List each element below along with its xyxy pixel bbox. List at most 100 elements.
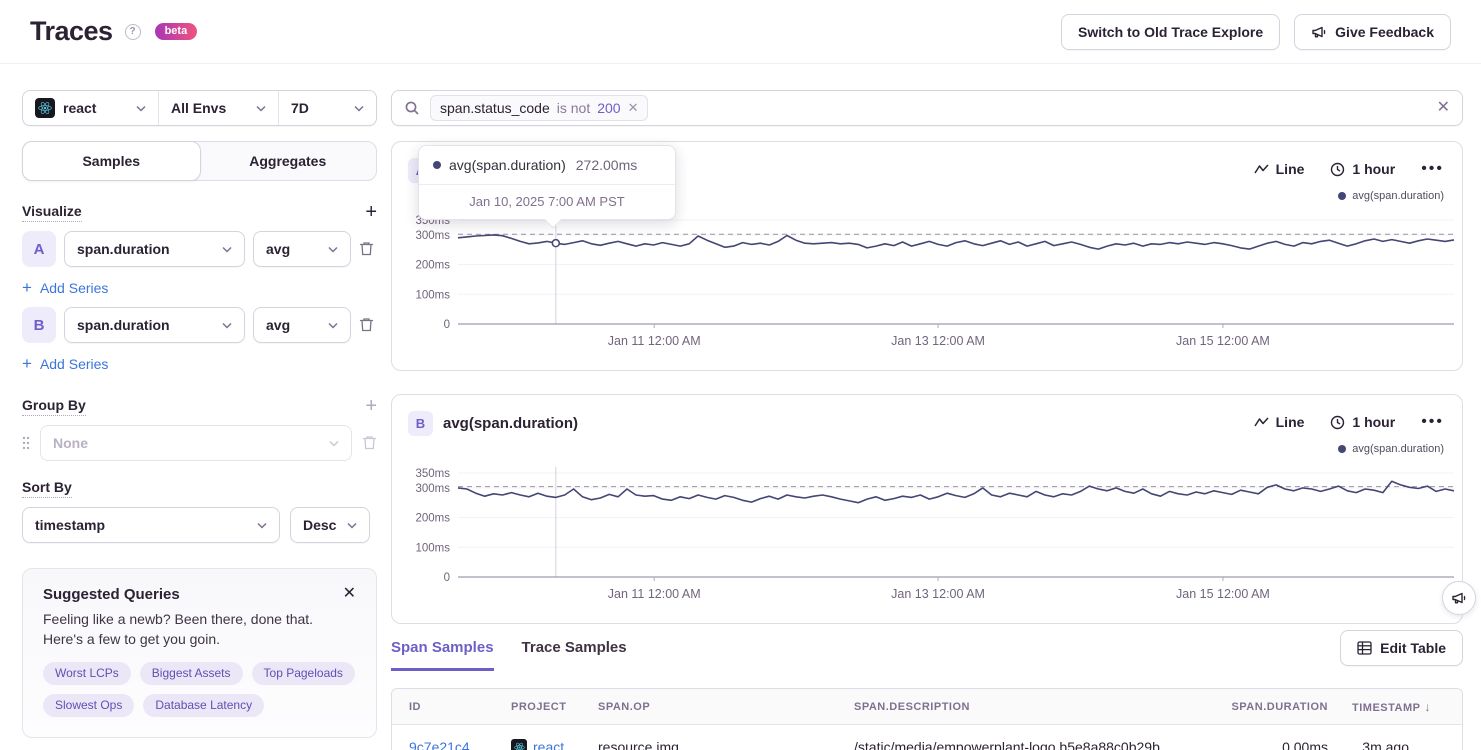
chart-b-type-control[interactable]: Line (1254, 414, 1305, 430)
column-header-id[interactable]: ID (409, 701, 511, 713)
floating-feedback-button[interactable] (1442, 581, 1476, 615)
add-series-link[interactable]: + Add Series (22, 354, 377, 374)
series-a-aggregate-select[interactable]: avg (253, 231, 351, 267)
token-remove-icon[interactable]: ✕ (628, 100, 639, 116)
chart-b-badge: B (408, 411, 433, 436)
add-series-link[interactable]: + Add Series (22, 278, 377, 298)
clock-icon (1330, 162, 1345, 177)
series-b-aggregate-select[interactable]: avg (253, 307, 351, 343)
tooltip-series-name: avg(span.duration) (449, 157, 566, 173)
project-link[interactable]: react (533, 739, 564, 750)
chart-b-interval-control[interactable]: 1 hour (1330, 414, 1395, 430)
samples-tab-bar: Span Samples Trace Samples Edit Table (391, 630, 1463, 670)
legend-dot-icon (1338, 192, 1346, 200)
sort-direction-select[interactable]: Desc (290, 507, 370, 543)
help-icon[interactable]: ? (125, 24, 141, 40)
chart-tooltip: avg(span.duration) 272.00ms Jan 10, 2025… (418, 145, 676, 220)
series-a-delete-button[interactable] (359, 241, 374, 257)
suggested-queries-title: Suggested Queries (43, 586, 180, 603)
sort-by-row: timestamp Desc (22, 507, 377, 543)
column-header-span-description[interactable]: SPAN.DESCRIPTION (854, 701, 1224, 713)
chart-a-type-control[interactable]: Line (1254, 161, 1305, 177)
token-value[interactable]: 200 (597, 100, 620, 116)
search-input[interactable] (656, 100, 1436, 116)
suggested-query-pill[interactable]: Biggest Assets (140, 662, 243, 685)
project-cell[interactable]: react (511, 739, 598, 750)
page-filter-bar: react All Envs 7D (22, 90, 377, 126)
environment-select[interactable]: All Envs (159, 91, 279, 125)
search-clear-icon[interactable]: ✕ (1437, 100, 1450, 116)
chevron-down-icon (257, 522, 267, 529)
svg-text:300ms: 300ms (415, 230, 450, 242)
span-duration-cell: 0.00ms (1224, 739, 1328, 750)
add-group-by-button[interactable]: + (365, 396, 377, 416)
megaphone-icon (1311, 24, 1327, 40)
suggested-query-pill[interactable]: Database Latency (143, 694, 264, 717)
tooltip-timestamp: Jan 10, 2025 7:00 AM PST (419, 184, 675, 219)
group-by-heading-row: Group By + (22, 396, 377, 416)
switch-old-explore-button[interactable]: Switch to Old Trace Explore (1061, 14, 1280, 50)
group-by-heading: Group By (22, 397, 86, 416)
tooltip-series-value: 272.00ms (576, 157, 637, 173)
column-header-project[interactable]: PROJECT (511, 701, 598, 713)
chart-a-more-options[interactable]: ••• (1421, 160, 1444, 178)
beta-badge: beta (155, 23, 198, 40)
suggested-queries-text: Feeling like a newb? Been there, done th… (43, 609, 356, 649)
chevron-down-icon (222, 322, 232, 329)
react-logo-icon (511, 739, 527, 750)
tab-aggregates[interactable]: Aggregates (200, 142, 377, 180)
give-feedback-button[interactable]: Give Feedback (1294, 14, 1451, 50)
svg-text:Jan 11 12:00 AM: Jan 11 12:00 AM (608, 334, 701, 348)
token-operator[interactable]: is not (557, 100, 590, 116)
suggested-query-pill[interactable]: Slowest Ops (43, 694, 134, 717)
svg-text:100ms: 100ms (415, 542, 450, 554)
mode-segmented-control: Samples Aggregates (22, 141, 377, 181)
chart-b-legend[interactable]: avg(span.duration) (1338, 443, 1444, 455)
chart-a-legend[interactable]: avg(span.duration) (1338, 190, 1444, 202)
search-bar[interactable]: span.status_code is not 200 ✕ ✕ (391, 90, 1463, 126)
drag-handle-icon[interactable] (22, 436, 30, 450)
line-chart-icon (1254, 163, 1269, 175)
column-header-span-duration[interactable]: SPAN.DURATION (1224, 701, 1328, 713)
edit-table-button[interactable]: Edit Table (1340, 630, 1463, 666)
suggested-query-pill[interactable]: Worst LCPs (43, 662, 131, 685)
tab-samples[interactable]: Samples (22, 141, 201, 181)
tab-trace-samples[interactable]: Trace Samples (522, 639, 627, 671)
close-icon[interactable]: ✕ (343, 586, 356, 602)
svg-text:Jan 11 12:00 AM: Jan 11 12:00 AM (608, 587, 701, 601)
chart-panel-a: A avg(span.duration) Line 1 hour ••• avg… (391, 141, 1463, 371)
column-header-span-op[interactable]: SPAN.OP (598, 701, 854, 713)
chart-b-plot[interactable]: 350ms300ms200ms100ms0Jan 11 12:00 AMJan … (400, 467, 1456, 612)
search-filter-token[interactable]: span.status_code is not 200 ✕ (430, 95, 648, 121)
series-badge-b: B (22, 307, 56, 343)
sort-field-select[interactable]: timestamp (22, 507, 280, 543)
chart-a-plot[interactable]: 350ms300ms200ms100ms0Jan 11 12:00 AMJan … (400, 214, 1456, 359)
date-range-select[interactable]: 7D (279, 91, 376, 125)
suggested-query-pill[interactable]: Top Pageloads (252, 662, 355, 685)
span-description-cell: /static/media/empowerplant-logo.b5e8a88c… (854, 739, 1224, 750)
svg-text:200ms: 200ms (415, 513, 450, 525)
group-by-select[interactable]: None (40, 425, 352, 461)
query-sidebar: Samples Aggregates Visualize + A span.du… (22, 141, 377, 738)
token-key: span.status_code (440, 100, 550, 116)
tooltip-series-dot (433, 161, 441, 169)
chart-a-interval-control[interactable]: 1 hour (1330, 161, 1395, 177)
chevron-down-icon (354, 105, 364, 112)
chevron-down-icon (328, 246, 338, 253)
series-row-b: B span.duration avg (22, 307, 377, 343)
span-samples-table: ID PROJECT SPAN.OP SPAN.DESCRIPTION SPAN… (391, 688, 1463, 750)
span-op-cell: resource.img (598, 739, 854, 750)
chart-b-more-options[interactable]: ••• (1421, 413, 1444, 431)
project-select[interactable]: react (23, 91, 159, 125)
series-b-field-select[interactable]: span.duration (64, 307, 245, 343)
span-id-link[interactable]: 9c7e21c4 (409, 739, 470, 750)
series-a-field-select[interactable]: span.duration (64, 231, 245, 267)
group-by-delete-button[interactable] (362, 435, 377, 451)
add-visualize-button[interactable]: + (365, 202, 377, 222)
traces-page: Traces ? beta Switch to Old Trace Explor… (0, 0, 1481, 750)
page-header: Traces ? beta Switch to Old Trace Explor… (0, 0, 1481, 64)
column-header-timestamp[interactable]: TIMESTAMP↓ (1328, 700, 1445, 714)
tab-span-samples[interactable]: Span Samples (391, 639, 494, 671)
series-b-delete-button[interactable] (359, 317, 374, 333)
visualize-heading-row: Visualize + (22, 202, 377, 222)
